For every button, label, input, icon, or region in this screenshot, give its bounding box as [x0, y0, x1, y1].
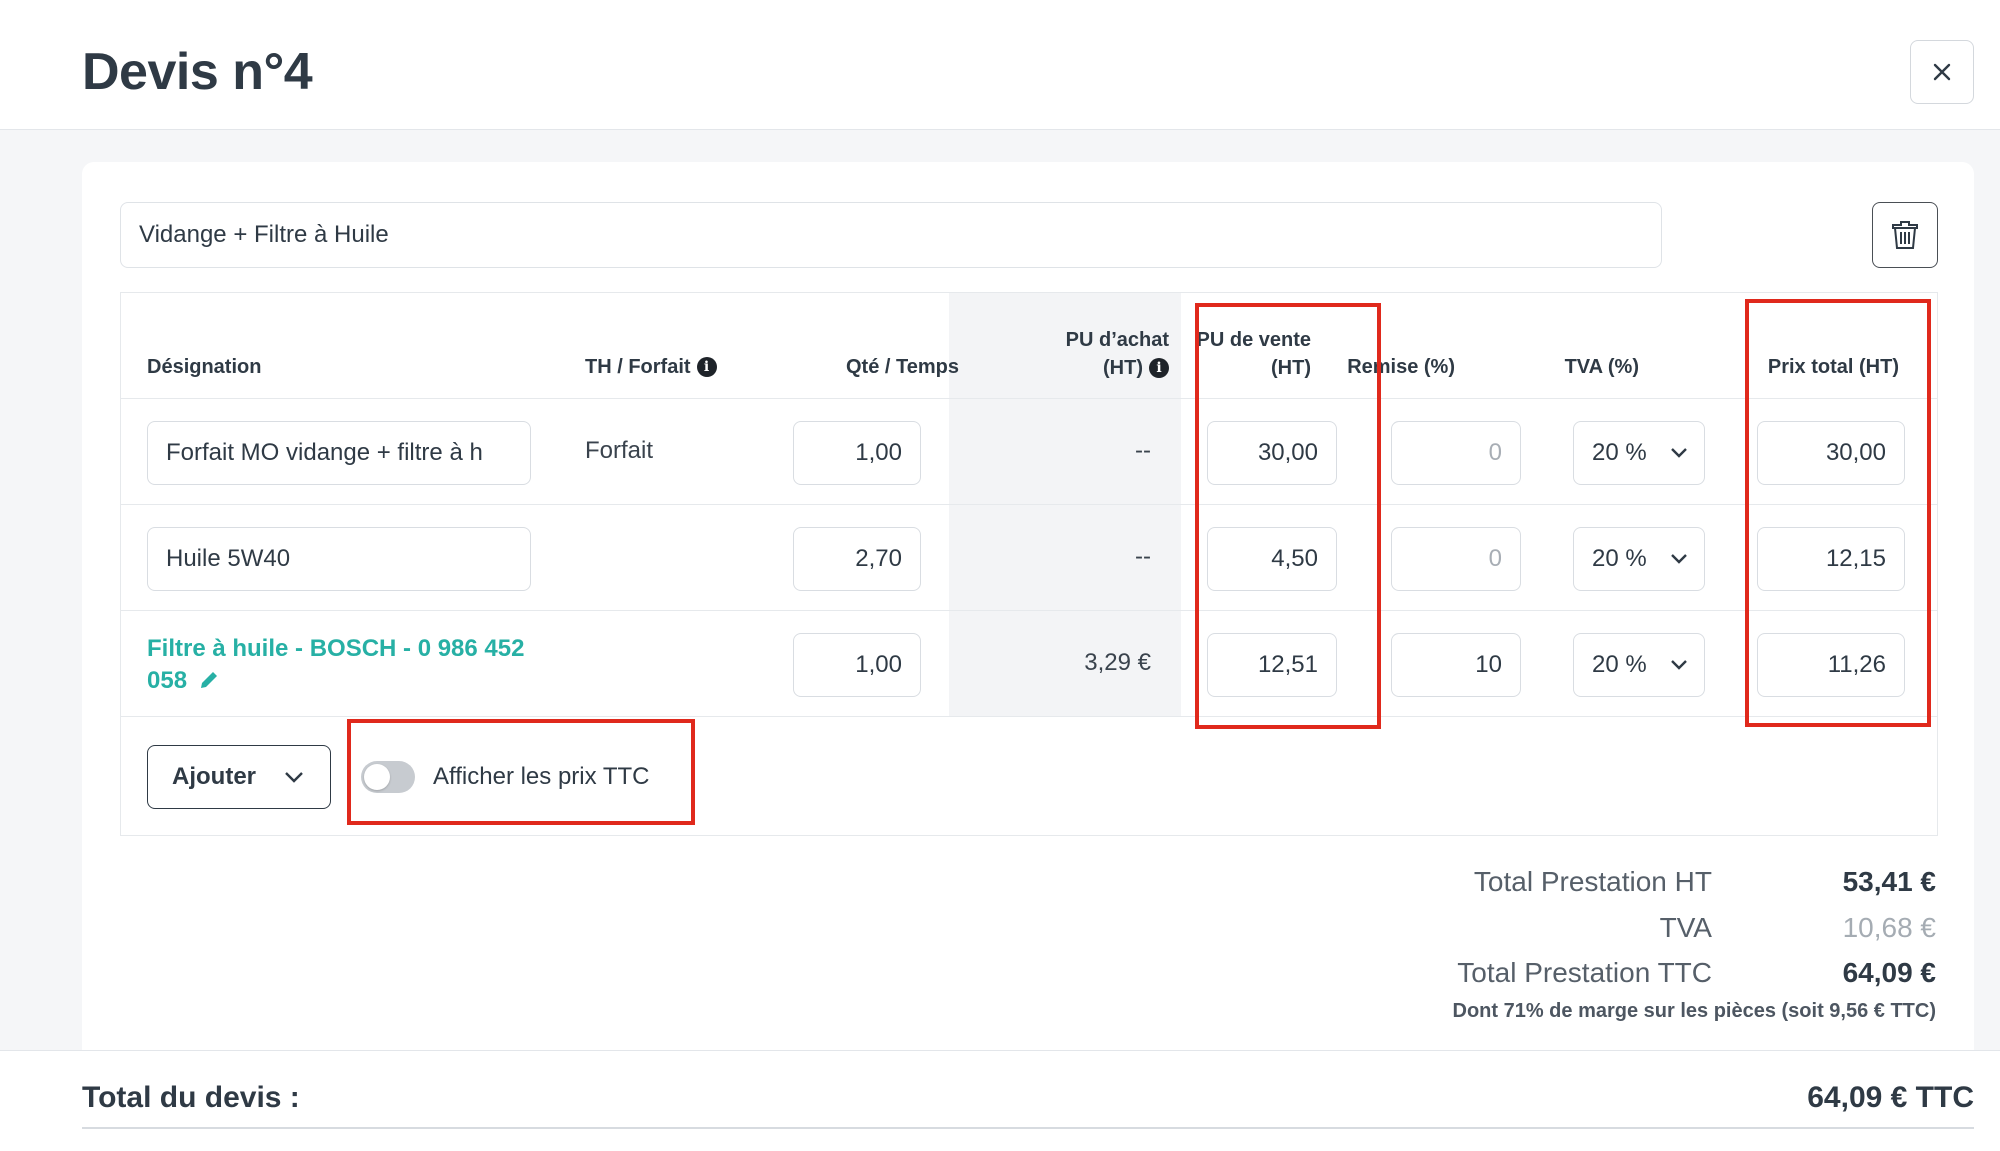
total-ht-label: Total Prestation HT: [1473, 866, 1712, 897]
quote-total-value: 64,09 € TTC: [1807, 1081, 1974, 1114]
add-line-label: Ajouter: [172, 763, 256, 790]
vat-value: 10,68 €: [1842, 912, 1936, 943]
line-vat-value: 20 %: [1592, 439, 1647, 466]
line-vat-select[interactable]: 20 %: [1573, 421, 1705, 485]
line-vat-select[interactable]: 20 %: [1573, 633, 1705, 697]
col-purchase-price-line2: (HT): [1103, 357, 1143, 379]
col-total-price: Prix total (HT): [1767, 356, 1899, 378]
line-vat-value: 20 %: [1592, 651, 1647, 678]
line-total-input[interactable]: [1757, 421, 1905, 485]
col-selling-price: PU de vente (HT): [1181, 326, 1311, 382]
vat-label: TVA: [1659, 912, 1712, 943]
delete-service-button[interactable]: [1872, 202, 1938, 268]
total-ht-value: 53,41 €: [1842, 866, 1936, 897]
total-ttc-value: 64,09 €: [1842, 957, 1936, 988]
page-title: Devis n°4: [82, 43, 313, 101]
line-unit-price-input[interactable]: [1207, 527, 1337, 591]
chevron-down-icon: [1671, 448, 1687, 458]
line-purchase-price: 3,29 €: [1084, 649, 1151, 676]
row-divider: [121, 610, 1937, 611]
total-ttc-label: Total Prestation TTC: [1457, 957, 1712, 988]
line-unit-price-input[interactable]: [1207, 633, 1337, 697]
col-vat: TVA (%): [1564, 356, 1639, 378]
col-th-forfait-label: TH / Forfait: [585, 356, 691, 378]
add-line-button[interactable]: Ajouter: [147, 745, 331, 809]
service-title-input[interactable]: [120, 202, 1662, 268]
line-discount-input[interactable]: [1391, 633, 1521, 697]
ttc-toggle-label: Afficher les prix TTC: [433, 763, 650, 790]
line-discount-input[interactable]: [1391, 527, 1521, 591]
col-purchase-price: PU d’achat (HT) i: [981, 326, 1169, 382]
line-designation-input[interactable]: [147, 421, 531, 485]
chevron-down-icon: [285, 772, 303, 783]
col-purchase-price-line2-wrap: (HT) i: [981, 354, 1169, 382]
line-type: Forfait: [585, 437, 654, 464]
chevron-down-icon: [1671, 660, 1687, 670]
line-purchase-price: --: [1135, 437, 1151, 464]
modal-header: Devis n°4: [0, 0, 2000, 130]
part-link[interactable]: Filtre à huile - BOSCH - 0 986 452 058: [147, 633, 527, 697]
col-th-forfait: TH / Forfait i: [585, 353, 717, 381]
line-discount-input[interactable]: [1391, 421, 1521, 485]
col-qty-time: Qté / Temps: [846, 356, 959, 378]
chevron-down-icon: [1671, 554, 1687, 564]
line-qty-input[interactable]: [793, 421, 921, 485]
row-divider: [121, 716, 1937, 717]
line-designation-input[interactable]: [147, 527, 531, 591]
line-purchase-price: --: [1135, 543, 1151, 570]
quote-total-label: Total du devis :: [82, 1081, 300, 1114]
line-qty-input[interactable]: [793, 633, 921, 697]
footer-divider: [82, 1127, 1974, 1129]
quote-footer: Total du devis : 64,09 € TTC: [0, 1050, 2000, 1151]
col-selling-price-line1: PU de vente: [1196, 329, 1311, 351]
toggle-knob: [364, 764, 390, 790]
lines-table: Désignation TH / Forfait i Qté / Temps PU…: [120, 292, 1938, 836]
line-vat-value: 20 %: [1592, 545, 1647, 572]
margin-note: Dont 71% de marge sur les pièces (soit 9…: [1452, 1000, 1937, 1022]
info-icon[interactable]: i: [696, 357, 717, 377]
col-designation: Désignation: [147, 356, 262, 378]
ttc-toggle[interactable]: [361, 761, 415, 793]
line-qty-input[interactable]: [793, 527, 921, 591]
line-vat-select[interactable]: 20 %: [1573, 527, 1705, 591]
close-icon: [1933, 63, 1951, 81]
close-button[interactable]: [1910, 40, 1974, 104]
line-total-input[interactable]: [1757, 527, 1905, 591]
line-total-input[interactable]: [1757, 633, 1905, 697]
service-card: Désignation TH / Forfaiti Qté / Temps PU…: [82, 162, 1974, 1062]
col-purchase-price-line1: PU d’achat: [1065, 329, 1169, 351]
pencil-icon[interactable]: [198, 669, 220, 691]
info-icon[interactable]: i: [1149, 358, 1169, 378]
col-discount: Remise (%): [1347, 356, 1455, 378]
row-divider: [121, 504, 1937, 505]
row-divider: [121, 398, 1937, 399]
trash-icon: [1892, 221, 1918, 249]
col-selling-price-line2: (HT): [1271, 357, 1311, 379]
line-unit-price-input[interactable]: [1207, 421, 1337, 485]
